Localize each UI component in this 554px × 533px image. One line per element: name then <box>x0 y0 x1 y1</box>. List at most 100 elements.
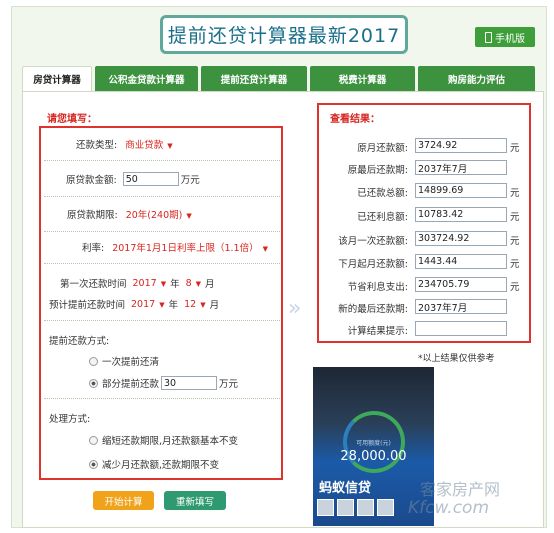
result-label: 计算结果提示: <box>347 326 408 337</box>
result-interest-saved: 234705.79 <box>415 277 507 292</box>
page-title: 提前还贷计算器最新2017 <box>160 15 408 54</box>
prepay-option-part[interactable]: 部分提前还款 30 万元 <box>89 376 238 390</box>
original-term-label: 原贷款期限: <box>67 210 118 221</box>
handle-option-2-label: 减少月还款额,还款期限不变 <box>102 460 220 471</box>
double-chevron-right-icon: » <box>288 296 302 321</box>
dropdown-arrow-icon: ▼ <box>200 300 206 309</box>
radio-unchecked-icon[interactable] <box>89 435 98 445</box>
result-label: 该月一次还款额: <box>338 236 408 247</box>
result-next-monthly: 1443.44 <box>415 254 507 269</box>
radio-checked-icon[interactable] <box>89 378 98 388</box>
mobile-version-button[interactable]: 手机版 <box>475 27 535 47</box>
handle-method-heading: 处理方式: <box>49 411 90 425</box>
original-amount-input[interactable]: 50 <box>122 172 179 186</box>
planned-repay-month-select[interactable]: 12 ▼ <box>184 299 205 310</box>
ad-brand: 蚂蚁信贷 <box>319 481 372 496</box>
first-repay-month: 8 <box>185 277 192 289</box>
result-unit: 元 <box>510 236 520 247</box>
result-label: 下月起月还款额: <box>338 259 408 270</box>
tab-label: 房贷计算器 <box>33 75 81 86</box>
month-word: 月 <box>209 300 220 311</box>
first-repay-row: 第一次还款时间 2017 ▼ 年 8 ▼ 月 <box>60 276 215 291</box>
result-lump-sum: 303724.92 <box>415 231 507 246</box>
repay-type-value: 商业贷款 <box>125 140 164 151</box>
planned-repay-year: 2017 <box>131 298 156 310</box>
divider <box>44 231 280 232</box>
radio-unchecked-icon[interactable] <box>89 356 98 366</box>
first-repay-month-select[interactable]: 8 ▼ <box>186 278 201 289</box>
result-label: 原最后还款期: <box>347 165 408 176</box>
result-hint <box>415 321 507 336</box>
planned-repay-year-select[interactable]: 2017 ▼ <box>131 299 165 310</box>
first-repay-label: 第一次还款时间 <box>60 279 127 290</box>
planned-repay-label: 预计提前还款时间 <box>49 300 126 311</box>
tab-affordability[interactable]: 购房能力评估 <box>418 66 535 91</box>
page-title-text: 提前还贷计算器最新2017 <box>167 25 401 47</box>
result-unit: 元 <box>510 188 520 199</box>
rate-value: 2017年1月1日利率上限（1.1倍） <box>112 243 259 254</box>
year-word: 年 <box>170 279 180 290</box>
result-unit: 元 <box>510 212 520 223</box>
prepay-method-label: 提前还款方式: <box>49 336 110 347</box>
original-amount-label: 原贷款金额: <box>66 175 117 186</box>
tab-prepayment[interactable]: 提前还贷计算器 <box>201 66 307 91</box>
radio-checked-icon[interactable] <box>89 459 98 469</box>
watermark-text: 客家房产网 <box>420 480 501 499</box>
result-paid-total: 14899.69 <box>415 183 507 198</box>
reset-button-label: 重新填写 <box>175 496 214 508</box>
planned-repay-month: 12 <box>184 298 197 310</box>
repay-type-row: 还款类型: 商业贷款 ▼ <box>76 137 173 151</box>
original-term-select[interactable]: 20年(240期) ▼ <box>126 207 192 221</box>
divider <box>44 263 280 264</box>
tab-label: 购房能力评估 <box>447 74 505 86</box>
result-unit: 元 <box>510 259 520 270</box>
ad-thumbnail <box>357 499 374 516</box>
ad-thumbnails <box>317 499 394 516</box>
divider <box>44 320 280 321</box>
result-unit: 元 <box>510 143 520 154</box>
result-label: 新的最后还款期: <box>338 304 408 315</box>
rate-select[interactable]: 2017年1月1日利率上限（1.1倍） ▼ <box>112 240 268 254</box>
result-label: 已还款总额: <box>357 188 408 199</box>
dropdown-arrow-icon: ▼ <box>195 279 202 288</box>
repay-type-select[interactable]: 商业贷款 ▼ <box>125 137 172 151</box>
prepay-option-all-label: 一次提前还清 <box>102 357 160 368</box>
phone-icon <box>485 31 492 43</box>
year-word: 年 <box>168 300 179 311</box>
prepay-option-part-label: 部分提前还款 <box>102 379 160 390</box>
prepay-part-unit: 万元 <box>219 379 239 390</box>
result-label: 已还利息额: <box>357 212 408 223</box>
dropdown-arrow-icon: ▼ <box>186 212 192 220</box>
result-note: *以上结果仅供参考 <box>418 354 495 364</box>
divider <box>44 398 280 399</box>
handle-method-label: 处理方式: <box>49 414 91 425</box>
prepay-method-heading: 提前还款方式: <box>49 333 109 347</box>
result-monthly-original: 3724.92 <box>415 138 507 153</box>
handle-option-1-label: 缩短还款期限,月还款额基本不变 <box>102 436 239 447</box>
repay-type-label: 还款类型: <box>76 140 118 151</box>
prepay-part-input[interactable]: 30 <box>161 376 218 390</box>
handle-option-2[interactable]: 减少月还款额,还款期限不变 <box>89 457 219 471</box>
result-label: 节省利息支出: <box>347 282 408 293</box>
tab-label: 提前还贷计算器 <box>220 74 288 86</box>
calculate-button-label: 开始计算 <box>104 496 143 508</box>
dropdown-arrow-icon: ▼ <box>160 279 167 288</box>
original-term-row: 原贷款期限: 20年(240期) ▼ <box>67 207 192 221</box>
dropdown-arrow-icon: ▼ <box>159 300 165 309</box>
divider <box>44 196 280 197</box>
ad-thumbnail <box>337 499 354 516</box>
prepay-option-all[interactable]: 一次提前还清 <box>89 354 159 368</box>
calculate-button[interactable]: 开始计算 <box>93 491 154 510</box>
first-repay-year-select[interactable]: 2017 ▼ <box>133 278 167 289</box>
input-section-title: 请您填写： <box>47 114 97 125</box>
reset-button[interactable]: 重新填写 <box>164 491 226 510</box>
result-unit: 元 <box>510 282 520 293</box>
handle-option-1[interactable]: 缩短还款期限,月还款额基本不变 <box>89 433 238 447</box>
ad-thumbnail <box>377 499 394 516</box>
tab-provident-fund[interactable]: 公积金贷款计算器 <box>95 66 198 91</box>
dropdown-arrow-icon: ▼ <box>167 142 173 150</box>
tab-tax[interactable]: 税费计算器 <box>310 66 415 91</box>
result-new-last-period: 2037年7月 <box>415 299 507 314</box>
watermark-url: Kfcw.com <box>408 498 490 518</box>
tab-mortgage[interactable]: 房贷计算器 <box>22 66 92 91</box>
